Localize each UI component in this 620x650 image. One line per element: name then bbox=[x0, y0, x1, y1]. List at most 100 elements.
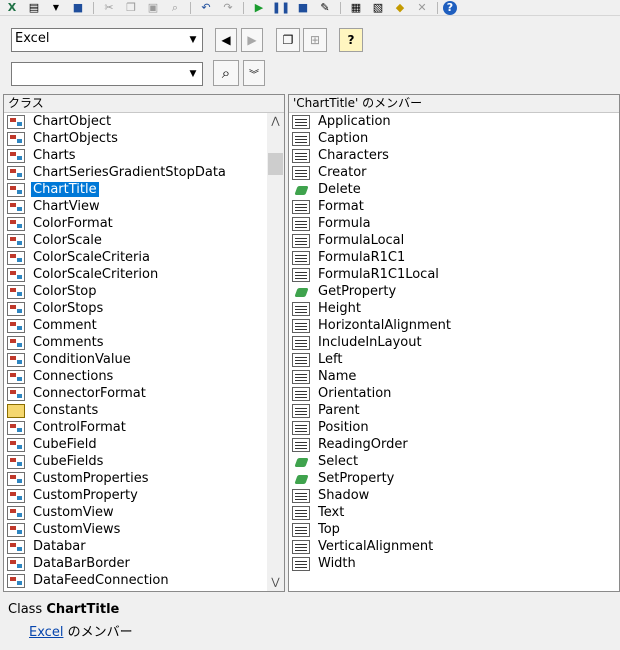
class-list-item[interactable]: ColorScale bbox=[4, 232, 284, 249]
undo-icon[interactable]: ↶ bbox=[196, 1, 216, 15]
go-forward-button[interactable]: ▶ bbox=[241, 28, 263, 52]
member-list-item[interactable]: Select bbox=[289, 453, 619, 470]
member-list-item[interactable]: Text bbox=[289, 504, 619, 521]
member-list-item[interactable]: Caption bbox=[289, 130, 619, 147]
chevron-down-icon[interactable]: ▼ bbox=[46, 1, 66, 15]
class-list-item[interactable]: Databar bbox=[4, 538, 284, 555]
member-list-item[interactable]: Name bbox=[289, 368, 619, 385]
member-list-item[interactable]: Orientation bbox=[289, 385, 619, 402]
search-text-select[interactable]: ▼ bbox=[11, 62, 203, 86]
member-list-item[interactable]: Left bbox=[289, 351, 619, 368]
member-list-item[interactable]: Delete bbox=[289, 181, 619, 198]
member-list-item[interactable]: ReadingOrder bbox=[289, 436, 619, 453]
chevron-down-icon[interactable]: ▼ bbox=[184, 63, 202, 85]
class-list-item[interactable]: CustomView bbox=[4, 504, 284, 521]
classes-scrollbar[interactable]: ⋀ ⋁ bbox=[267, 113, 284, 591]
class-list-item[interactable]: ColorFormat bbox=[4, 215, 284, 232]
member-list-item[interactable]: Format bbox=[289, 198, 619, 215]
copy-icon[interactable]: ❐ bbox=[121, 1, 141, 15]
find-icon[interactable]: ⌕ bbox=[165, 1, 185, 15]
class-list-item[interactable]: ChartView bbox=[4, 198, 284, 215]
member-list-item[interactable]: FormulaR1C1 bbox=[289, 249, 619, 266]
details-member-suffix: のメンバー bbox=[67, 625, 133, 640]
class-list-item-label: CustomProperties bbox=[33, 471, 149, 486]
class-icon bbox=[7, 284, 25, 299]
member-list-item[interactable]: Shadow bbox=[289, 487, 619, 504]
class-list-item[interactable]: CustomProperties bbox=[4, 470, 284, 487]
project-explorer-icon[interactable]: ▦ bbox=[346, 1, 366, 15]
class-icon bbox=[7, 148, 25, 163]
class-list-item[interactable]: ChartObjects bbox=[4, 130, 284, 147]
class-list-item[interactable]: ColorScaleCriterion bbox=[4, 266, 284, 283]
paste-icon[interactable]: ▣ bbox=[143, 1, 163, 15]
member-list-item[interactable]: FormulaR1C1Local bbox=[289, 266, 619, 283]
class-list-item[interactable]: ChartObject bbox=[4, 113, 284, 130]
class-list-item[interactable]: DataFeedConnection bbox=[4, 572, 284, 589]
member-list-item[interactable]: Characters bbox=[289, 147, 619, 164]
member-list-item[interactable]: Top bbox=[289, 521, 619, 538]
help-button[interactable]: ? bbox=[339, 28, 363, 52]
view-definition-button[interactable]: ⊞ bbox=[303, 28, 327, 52]
member-list-item[interactable]: SetProperty bbox=[289, 470, 619, 487]
class-list-item[interactable]: ColorStops bbox=[4, 300, 284, 317]
class-list-item-label: CustomViews bbox=[33, 522, 121, 537]
member-list-item[interactable]: Creator bbox=[289, 164, 619, 181]
class-list-item[interactable]: Charts bbox=[4, 147, 284, 164]
class-list-item-label: CubeField bbox=[33, 437, 97, 452]
class-list-item[interactable]: DataBarBorder bbox=[4, 555, 284, 572]
class-list-item[interactable]: ConditionValue bbox=[4, 351, 284, 368]
class-list-item[interactable]: Comments bbox=[4, 334, 284, 351]
member-list-item[interactable]: VerticalAlignment bbox=[289, 538, 619, 555]
insert-module-icon[interactable]: ▤ bbox=[24, 1, 44, 15]
save-icon[interactable]: ■ bbox=[68, 1, 88, 15]
member-list-item[interactable]: GetProperty bbox=[289, 283, 619, 300]
member-list-item[interactable]: Width bbox=[289, 555, 619, 572]
chevron-down-icon[interactable]: ⋁ bbox=[267, 574, 284, 591]
class-list-item[interactable]: Constants bbox=[4, 402, 284, 419]
go-back-button[interactable]: ◀ bbox=[215, 28, 237, 52]
library-link[interactable]: Excel bbox=[29, 625, 63, 640]
run-icon[interactable]: ▶ bbox=[249, 1, 269, 15]
pause-icon[interactable]: ❚❚ bbox=[271, 1, 291, 15]
stop-icon[interactable]: ■ bbox=[293, 1, 313, 15]
member-list-item[interactable]: Height bbox=[289, 300, 619, 317]
scrollbar-thumb[interactable] bbox=[268, 153, 283, 175]
classes-header: クラス bbox=[4, 95, 284, 113]
property-icon bbox=[292, 369, 310, 384]
member-list-item[interactable]: IncludeInLayout bbox=[289, 334, 619, 351]
class-list-item[interactable]: CubeField bbox=[4, 436, 284, 453]
object-browser-icon[interactable]: ◆ bbox=[390, 1, 410, 15]
help-icon[interactable]: ? bbox=[443, 0, 457, 15]
member-list-item[interactable]: Parent bbox=[289, 402, 619, 419]
member-list-item[interactable]: HorizontalAlignment bbox=[289, 317, 619, 334]
toggle-search-results-button[interactable]: ︾ bbox=[243, 60, 265, 86]
class-list-item[interactable]: ChartSeriesGradientStopData bbox=[4, 164, 284, 181]
library-select[interactable]: Excel ▼ bbox=[11, 28, 203, 52]
class-list-item[interactable]: ControlFormat bbox=[4, 419, 284, 436]
excel-view-icon[interactable]: X bbox=[2, 1, 22, 15]
member-list-item[interactable]: Formula bbox=[289, 215, 619, 232]
class-list-item[interactable]: CustomViews bbox=[4, 521, 284, 538]
search-binoculars-button[interactable]: ⌕ bbox=[213, 60, 239, 86]
chevron-up-icon[interactable]: ⋀ bbox=[267, 113, 284, 130]
toolbox-icon[interactable]: ✕ bbox=[412, 1, 432, 15]
class-list-item[interactable]: Comment bbox=[4, 317, 284, 334]
copy-to-clipboard-button[interactable]: ❐ bbox=[276, 28, 300, 52]
class-list-item[interactable]: CubeFields bbox=[4, 453, 284, 470]
design-mode-icon[interactable]: ✎ bbox=[315, 1, 335, 15]
class-list-item[interactable]: ChartTitle bbox=[4, 181, 284, 198]
member-list-item[interactable]: Application bbox=[289, 113, 619, 130]
class-icon bbox=[7, 165, 25, 180]
properties-window-icon[interactable]: ▧ bbox=[368, 1, 388, 15]
property-icon bbox=[292, 352, 310, 367]
chevron-down-icon[interactable]: ▼ bbox=[184, 29, 202, 51]
class-list-item[interactable]: ColorScaleCriteria bbox=[4, 249, 284, 266]
cut-icon[interactable]: ✂ bbox=[99, 1, 119, 15]
class-list-item[interactable]: ConnectorFormat bbox=[4, 385, 284, 402]
member-list-item[interactable]: FormulaLocal bbox=[289, 232, 619, 249]
class-list-item[interactable]: CustomProperty bbox=[4, 487, 284, 504]
member-list-item[interactable]: Position bbox=[289, 419, 619, 436]
class-list-item[interactable]: Connections bbox=[4, 368, 284, 385]
class-list-item[interactable]: ColorStop bbox=[4, 283, 284, 300]
redo-icon[interactable]: ↷ bbox=[218, 1, 238, 15]
